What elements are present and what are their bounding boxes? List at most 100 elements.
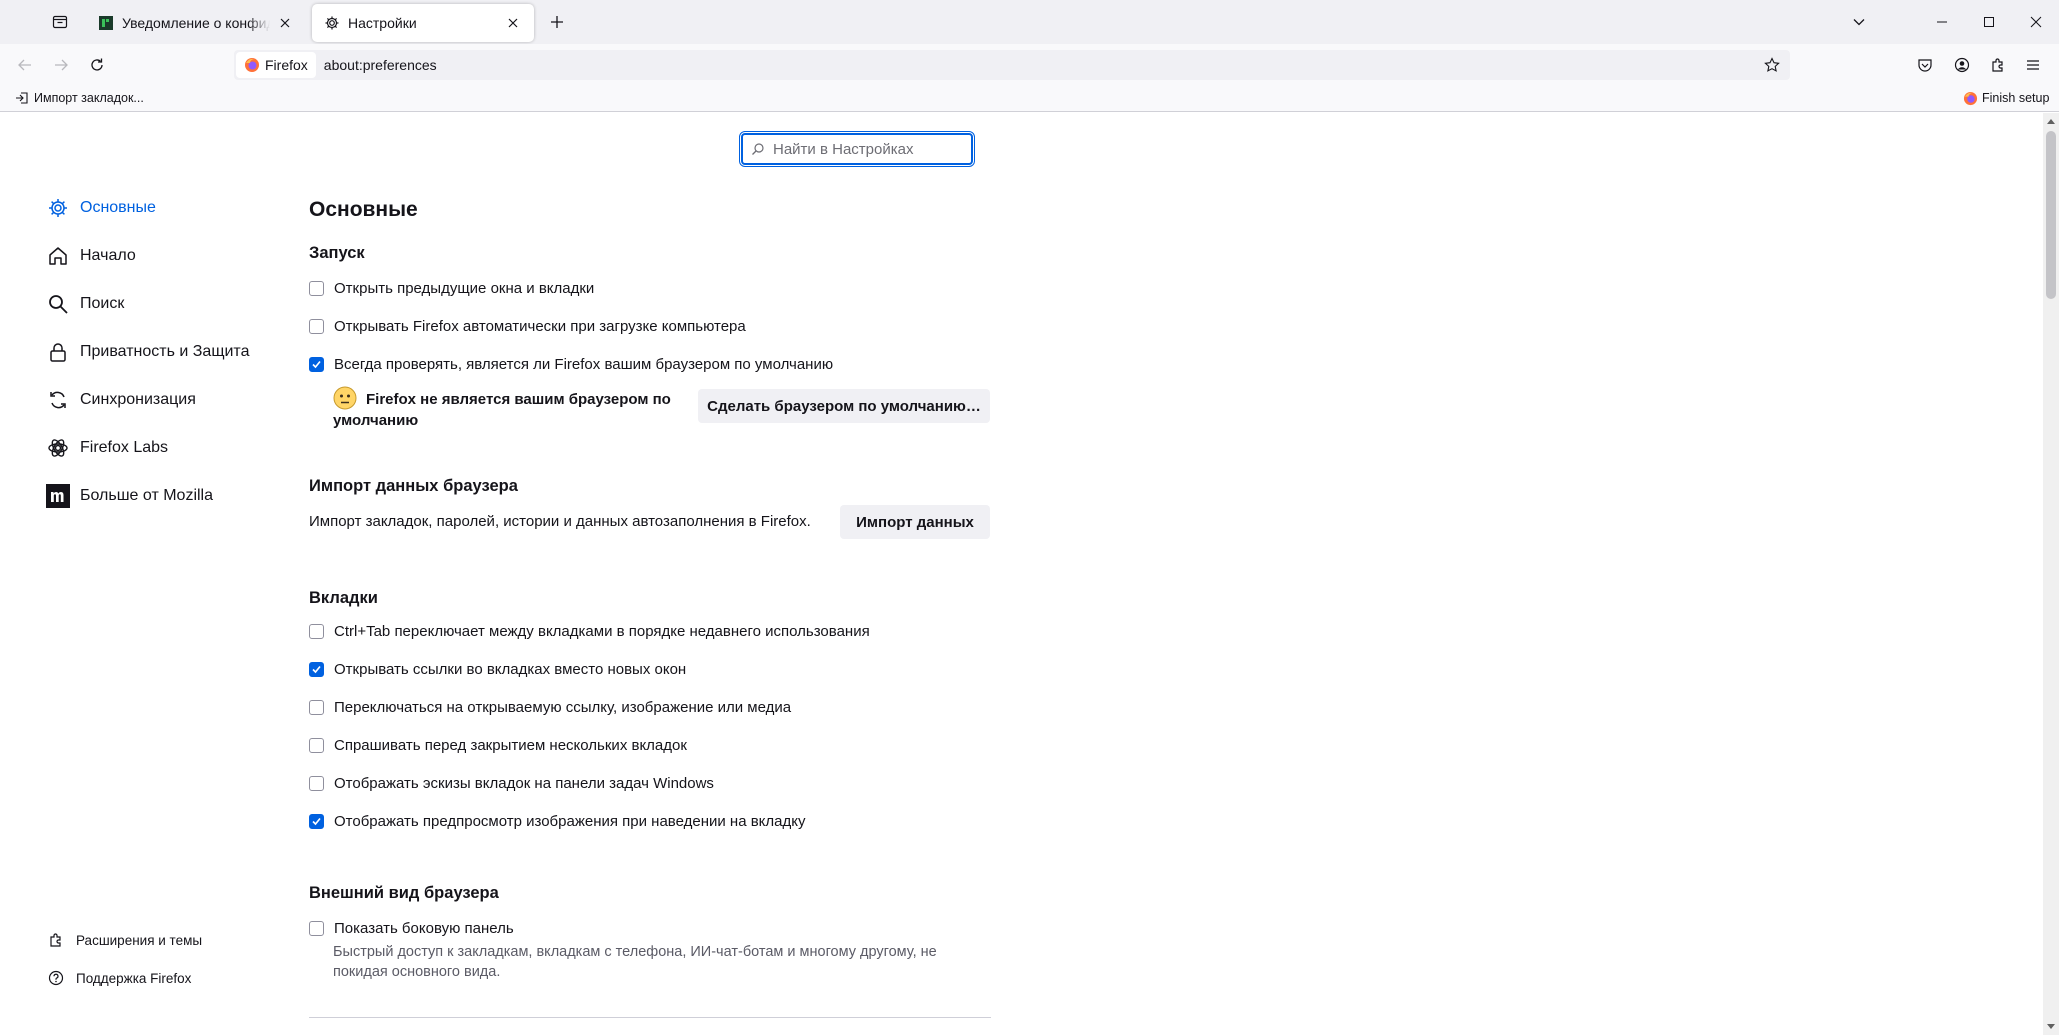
url-bar[interactable]: Firefox about:preferences — [234, 50, 1790, 80]
privacy-notice-favicon-icon — [98, 15, 114, 31]
reload-button[interactable] — [84, 52, 110, 78]
mozilla-icon — [46, 484, 70, 508]
chevron-down-icon — [1853, 19, 1865, 26]
help-icon — [48, 970, 64, 986]
forward-button[interactable] — [48, 52, 74, 78]
support-link[interactable]: Поддержка Firefox — [48, 967, 191, 989]
scroll-down-arrow-icon[interactable] — [2043, 1019, 2059, 1035]
puzzle-icon — [1992, 58, 2003, 72]
open-links-in-tabs-checkbox[interactable]: Открывать ссылки во вкладках вместо новы… — [309, 658, 686, 680]
show-sidebar-checkbox[interactable]: Показать боковую панель — [309, 917, 514, 939]
checkbox-box[interactable] — [309, 661, 324, 677]
forward-arrow-icon — [55, 59, 68, 71]
category-label: Firefox Labs — [80, 439, 169, 456]
always-check-default-checkbox[interactable]: Всегда проверять, является ли Firefox ва… — [309, 353, 833, 375]
settings-search-input[interactable] — [773, 140, 953, 158]
category-label: Больше от Mozilla — [80, 487, 214, 504]
gear-icon — [46, 196, 70, 220]
app-menu-button[interactable] — [2021, 53, 2045, 77]
category-home[interactable]: Начало — [46, 240, 136, 272]
make-default-button[interactable]: Сделать браузером по умолчанию… — [698, 389, 990, 423]
checkbox-box[interactable] — [309, 280, 324, 296]
search-icon — [46, 292, 70, 316]
pocket-button[interactable] — [1913, 53, 1937, 77]
url-text[interactable]: about:preferences — [324, 57, 437, 73]
checkbox-box[interactable] — [309, 699, 324, 715]
hamburger-menu-icon — [2027, 60, 2039, 70]
back-button[interactable] — [12, 52, 38, 78]
category-label: Основные — [80, 199, 156, 216]
import-heading: Импорт данных браузера — [309, 477, 518, 495]
tab-title: Настройки — [348, 15, 417, 31]
checkbox-label: Отображать предпросмотр изображения при … — [334, 812, 806, 830]
import-bookmarks-label: Импорт закладок... — [34, 91, 144, 105]
section-divider — [309, 1017, 991, 1018]
category-sync[interactable]: Синхронизация — [46, 384, 196, 416]
checkbox-label: Ctrl+Tab переключает между вкладками в п… — [334, 622, 870, 640]
close-tab-icon[interactable] — [276, 14, 294, 32]
warn-close-multiple-tabs-checkbox[interactable]: Спрашивать перед закрытием нескольких вк… — [309, 734, 687, 756]
new-tab-button[interactable] — [545, 10, 569, 34]
checkbox-label: Переключаться на открываемую ссылку, изо… — [334, 698, 792, 716]
minimize-icon — [1937, 21, 1947, 23]
close-window-button[interactable] — [2013, 0, 2059, 44]
import-description: Импорт закладок, паролей, истории и данн… — [309, 513, 811, 530]
category-search[interactable]: Поиск — [46, 288, 124, 320]
tab-privacy-notice[interactable]: Уведомление о конфиденциальности — [86, 4, 306, 42]
finish-setup-label: Finish setup — [1982, 91, 2050, 105]
addons-link[interactable]: Расширения и темы — [48, 929, 202, 951]
firefox-logo-icon — [245, 58, 259, 72]
navigation-toolbar: Firefox about:preferences — [0, 44, 2059, 84]
checkbox-box[interactable] — [309, 813, 324, 829]
maximize-button[interactable] — [1966, 0, 2012, 44]
checkbox-box[interactable] — [309, 623, 324, 639]
tab-strip: Уведомление о конфиденциальности Настрой… — [0, 0, 2059, 44]
import-bookmarks-item[interactable]: Импорт закладок... — [14, 88, 144, 108]
list-all-tabs-button[interactable] — [1836, 0, 1882, 44]
identity-box[interactable]: Firefox — [236, 52, 316, 78]
switch-to-new-tabs-checkbox[interactable]: Переключаться на открываемую ссылку, изо… — [309, 696, 791, 718]
checkbox-box[interactable] — [309, 356, 324, 372]
checkmark-icon — [312, 360, 321, 368]
firefox-view-button[interactable] — [46, 10, 74, 34]
close-tab-icon[interactable] — [504, 14, 522, 32]
category-firefox-labs[interactable]: Firefox Labs — [46, 432, 168, 464]
account-icon — [1954, 57, 1970, 73]
restore-session-checkbox[interactable]: Открыть предыдущие окна и вкладки — [309, 277, 594, 299]
checkbox-box[interactable] — [309, 775, 324, 791]
vertical-scrollbar[interactable] — [2043, 113, 2059, 1035]
import-icon — [14, 90, 30, 106]
taskbar-tab-previews-checkbox[interactable]: Отображать эскизы вкладок на панели зада… — [309, 772, 714, 794]
launch-on-login-checkbox[interactable]: Открывать Firefox автоматически при загр… — [309, 315, 746, 337]
scroll-up-arrow-icon[interactable] — [2043, 113, 2059, 129]
firefox-view-icon — [52, 15, 68, 29]
extensions-button[interactable] — [1986, 53, 2010, 77]
checkbox-label: Показать боковую панель — [334, 919, 514, 937]
checkmark-icon — [312, 817, 321, 825]
minimize-button[interactable] — [1919, 0, 1965, 44]
checkmark-icon — [312, 665, 321, 673]
tab-settings[interactable]: Настройки — [312, 4, 534, 42]
category-label: Поиск — [80, 295, 125, 312]
puzzle-icon — [48, 932, 64, 948]
category-general[interactable]: Основные — [46, 192, 156, 224]
bookmark-star-button[interactable] — [1762, 55, 1782, 75]
category-more-from-mozilla[interactable]: Больше от Mozilla — [46, 480, 213, 512]
checkbox-box[interactable] — [309, 920, 324, 936]
scrollbar-thumb[interactable] — [2046, 131, 2056, 299]
tab-hover-preview-checkbox[interactable]: Отображать предпросмотр изображения при … — [309, 810, 806, 832]
ctrl-tab-recent-checkbox[interactable]: Ctrl+Tab переключает между вкладками в п… — [309, 620, 870, 642]
page-title: Основные — [309, 198, 418, 221]
checkbox-box[interactable] — [309, 737, 324, 753]
close-icon — [2030, 16, 2042, 28]
category-label: Приватность и Защита — [80, 343, 250, 360]
checkbox-box[interactable] — [309, 318, 324, 334]
tabs-heading: Вкладки — [309, 589, 378, 607]
import-data-button[interactable]: Импорт данных — [840, 505, 990, 539]
account-button[interactable] — [1950, 53, 1974, 77]
checkbox-label: Спрашивать перед закрытием нескольких вк… — [334, 736, 687, 754]
category-privacy[interactable]: Приватность и Защита — [46, 336, 249, 368]
finish-setup-item[interactable]: Finish setup — [1962, 88, 2049, 108]
sync-icon — [46, 388, 70, 412]
settings-search-box[interactable] — [739, 131, 975, 167]
